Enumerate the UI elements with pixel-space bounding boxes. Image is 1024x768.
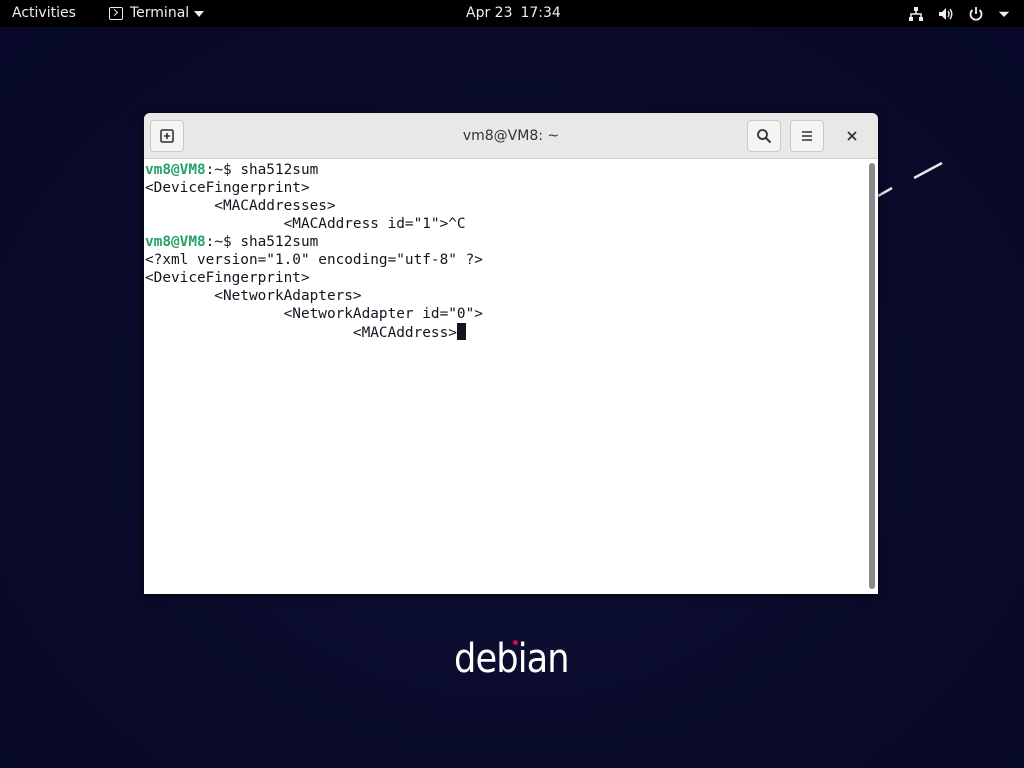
line-text: sha512sum bbox=[240, 234, 319, 250]
debian-logo: debian bbox=[454, 636, 570, 682]
line-text: sha512sum bbox=[240, 162, 319, 178]
line-text: <MACAddress id="1">^C bbox=[145, 216, 466, 232]
app-menu-button[interactable]: Terminal bbox=[109, 0, 205, 27]
line-text: <?xml version="1.0" encoding="utf-8" ?> bbox=[145, 252, 483, 268]
new-tab-button[interactable] bbox=[150, 120, 184, 152]
prompt-path: :~$ bbox=[205, 234, 241, 250]
caret-down-icon bbox=[194, 10, 205, 17]
search-icon bbox=[757, 129, 772, 144]
terminal-line: vm8@VM8:~$ sha512sum bbox=[145, 162, 318, 178]
line-text: <DeviceFingerprint> bbox=[145, 270, 310, 286]
terminal-window[interactable]: vm8@VM8: ~ vm8@VM8:~$ sha512sum <DeviceF… bbox=[144, 113, 878, 594]
power-icon bbox=[969, 6, 983, 21]
terminal-line: <?xml version="1.0" encoding="utf-8" ?> bbox=[145, 252, 483, 268]
line-text: <NetworkAdapters> bbox=[145, 288, 362, 304]
menu-button[interactable] bbox=[790, 120, 824, 152]
prompt-user: vm8@VM8 bbox=[145, 162, 206, 178]
terminal-line: <MACAddress> bbox=[145, 323, 466, 341]
line-text: <NetworkAdapter id="0"> bbox=[145, 306, 483, 322]
prompt-user: vm8@VM8 bbox=[145, 234, 206, 250]
terminal-line: <DeviceFingerprint> bbox=[145, 180, 310, 196]
clock-date: Apr 23 bbox=[466, 5, 513, 21]
terminal-line: <MACAddress id="1">^C bbox=[145, 216, 466, 232]
terminal-icon bbox=[109, 7, 123, 20]
header-bar[interactable]: vm8@VM8: ~ bbox=[144, 113, 878, 159]
activities-button[interactable]: Activities bbox=[12, 0, 76, 27]
terminal-line: <DeviceFingerprint> bbox=[145, 270, 310, 286]
close-button[interactable] bbox=[840, 124, 864, 148]
line-text: <DeviceFingerprint> bbox=[145, 180, 310, 196]
volume-icon bbox=[939, 7, 953, 20]
terminal-text: vm8@VM8:~$ sha512sum <DeviceFingerprint>… bbox=[145, 161, 483, 342]
clock-time: 17:34 bbox=[520, 5, 561, 21]
search-button[interactable] bbox=[747, 120, 781, 152]
close-icon bbox=[847, 131, 857, 141]
hamburger-menu-icon bbox=[802, 131, 812, 141]
wallpaper-swirl bbox=[877, 161, 943, 198]
new-tab-icon bbox=[160, 129, 174, 143]
terminal-output[interactable]: vm8@VM8:~$ sha512sum <DeviceFingerprint>… bbox=[144, 159, 866, 594]
app-menu-label: Terminal bbox=[130, 5, 190, 21]
scrollbar-thumb[interactable] bbox=[869, 163, 875, 589]
network-icon bbox=[909, 6, 923, 21]
line-text: <MACAddresses> bbox=[145, 198, 336, 214]
terminal-line: vm8@VM8:~$ sha512sum bbox=[145, 234, 318, 250]
terminal-line: <MACAddresses> bbox=[145, 198, 336, 214]
clock-button[interactable]: Apr 23 17:34 bbox=[466, 0, 561, 27]
line-text: <MACAddress> bbox=[145, 325, 457, 341]
scrollbar[interactable] bbox=[866, 159, 878, 594]
terminal-line: <NetworkAdapter id="0"> bbox=[145, 306, 483, 322]
desktop: Activities Terminal Apr 23 17:34 vm8@VM8… bbox=[0, 0, 1024, 768]
system-tray[interactable] bbox=[908, 0, 1010, 27]
top-bar: Activities Terminal Apr 23 17:34 bbox=[0, 0, 1024, 27]
terminal-line: <NetworkAdapters> bbox=[145, 288, 362, 304]
chevron-down-icon bbox=[998, 11, 1010, 17]
text-cursor bbox=[456, 323, 466, 340]
prompt-path: :~$ bbox=[205, 162, 241, 178]
